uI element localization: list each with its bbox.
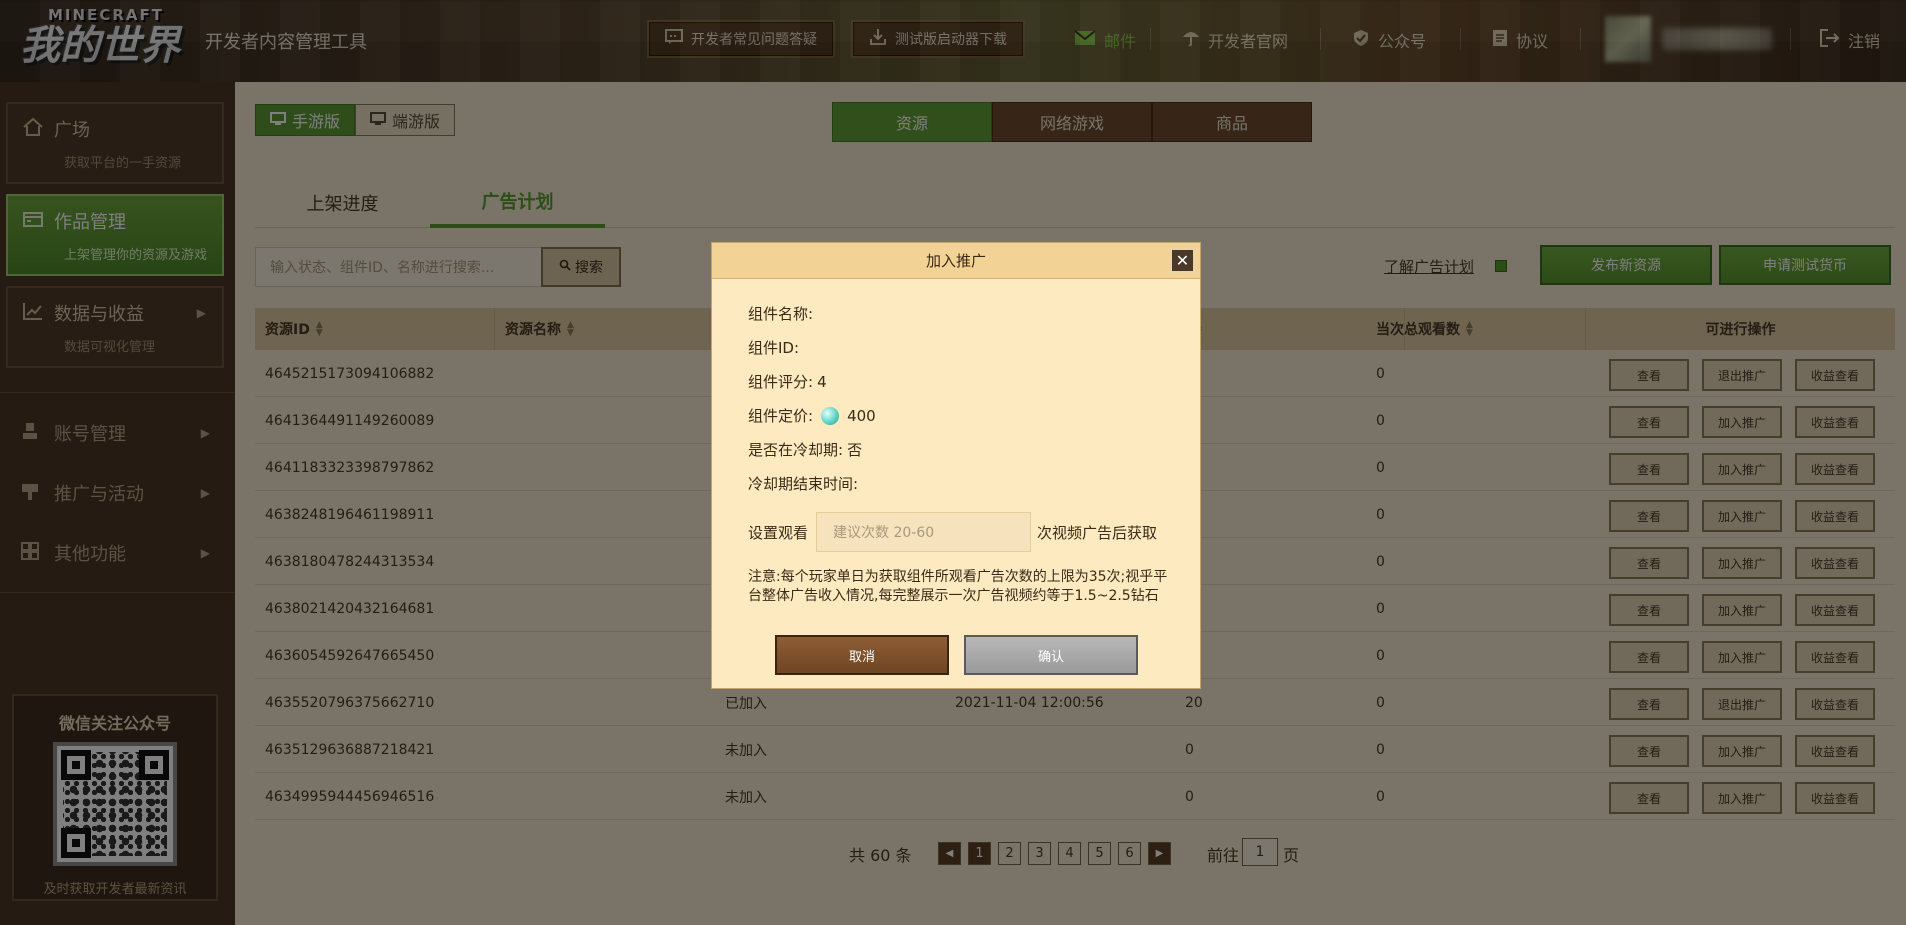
watch-suffix-label: 次视频广告后获取 xyxy=(1037,524,1158,542)
cooldown-end-row: 冷却期结束时间: xyxy=(748,475,859,493)
component-name-row: 组件名称: xyxy=(748,305,814,323)
join-promotion-dialog: 加入推广 ✕ 组件名称: 组件ID: 组件评分: 4 组件定价: 400 是否在冷… xyxy=(711,242,1201,689)
close-icon[interactable]: ✕ xyxy=(1170,248,1195,273)
component-price-row: 组件定价: 400 xyxy=(748,406,876,425)
diamond-icon xyxy=(821,406,840,425)
dialog-header: 加入推广 ✕ xyxy=(712,243,1200,279)
confirm-button[interactable]: 确认 xyxy=(964,635,1138,675)
component-id-row: 组件ID: xyxy=(748,339,800,357)
cancel-button[interactable]: 取消 xyxy=(775,635,949,675)
cooldown-row: 是否在冷却期: 否 xyxy=(748,441,863,459)
notice-text: 注意:每个玩家单日为获取组件所观看广告次数的上限为35次;视乎平台整体广告收入情… xyxy=(748,569,1168,604)
dialog-title: 加入推广 xyxy=(925,252,986,270)
watch-prefix-label: 设置观看 xyxy=(748,524,809,542)
ad-views-input[interactable]: 建议次数 20-60 xyxy=(816,512,1031,552)
component-rating-row: 组件评分: 4 xyxy=(748,372,827,392)
